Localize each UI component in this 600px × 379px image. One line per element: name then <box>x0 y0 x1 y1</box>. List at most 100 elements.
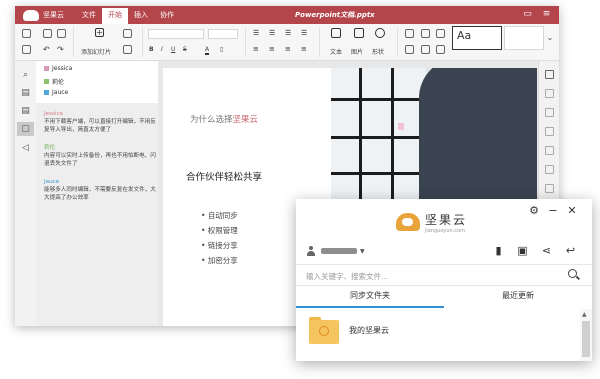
numbered-list-icon[interactable]: ☰ <box>269 29 278 38</box>
chart-settings-icon[interactable] <box>545 165 554 174</box>
notes-icon[interactable]: ▤ <box>20 106 31 117</box>
comment-item[interactable]: Jessica 不用下载客户端，可以直接打开编辑，不用反复导入导出，简直太方便了 <box>44 110 156 134</box>
align-right-icon[interactable]: ≡ <box>285 45 294 54</box>
save-icon[interactable] <box>22 45 31 54</box>
font-family-select[interactable] <box>148 29 204 39</box>
author-name: Jessica <box>52 65 73 72</box>
back-arrow-icon[interactable]: ↩ <box>564 244 577 257</box>
paste-icon[interactable] <box>57 29 66 38</box>
slide-bullet-list[interactable]: • 自动同步 • 权限管理 • 链接分享 • 加密分享 <box>201 208 238 268</box>
account-switcher[interactable]: ▼ <box>306 246 365 256</box>
slide-settings-icon[interactable] <box>545 70 554 79</box>
paragraph-settings-icon[interactable] <box>545 127 554 136</box>
comment-item[interactable]: Jauce 能够多人同时编辑，不需要反复在发文件，大大提高了办公效率 <box>44 178 156 202</box>
outdent-icon[interactable]: ☰ <box>301 29 310 38</box>
bullet-item: • 加密分享 <box>201 256 238 265</box>
format-painter-icon[interactable] <box>436 29 445 38</box>
arrange-icon[interactable] <box>421 29 430 38</box>
redo-icon[interactable]: ↷ <box>57 45 66 54</box>
slide-question[interactable]: 为什么选择坚果云 <box>190 113 258 125</box>
search-icon[interactable] <box>568 269 577 278</box>
fill-color-icon[interactable] <box>405 29 414 38</box>
menu-collaborate[interactable]: 协作 <box>154 6 180 24</box>
slide-settings-icon[interactable] <box>123 45 132 54</box>
comments-icon[interactable]: ▢ <box>17 122 34 136</box>
slide-photo[interactable] <box>331 68 537 208</box>
close-icon[interactable]: ✕ <box>566 205 578 217</box>
indent-icon[interactable]: ☰ <box>285 29 294 38</box>
highlight-icon[interactable]: ▯ <box>220 46 223 53</box>
speaker-icon[interactable]: ◁ <box>20 143 31 154</box>
undo-icon[interactable]: ↶ <box>43 45 52 54</box>
copy-icon[interactable] <box>43 29 52 38</box>
settings-gear-icon[interactable]: ⚙ <box>528 205 540 217</box>
shape-settings-icon[interactable] <box>545 89 554 98</box>
scrollbar-thumb[interactable] <box>582 321 590 357</box>
search-icon[interactable]: ⌕ <box>20 70 31 81</box>
comment-marker[interactable] <box>398 123 404 130</box>
divider <box>319 27 320 57</box>
align-center-icon[interactable]: ≡ <box>269 45 278 54</box>
share-icon[interactable]: ⋖ <box>540 244 553 257</box>
line-color-icon[interactable] <box>405 45 414 54</box>
comment-text: 不用下载客户端，可以直接打开编辑，不用反复导入导出，简直太方便了 <box>44 119 156 133</box>
justify-icon[interactable]: ≡ <box>301 45 310 54</box>
menu-file[interactable]: 文件 <box>76 6 102 24</box>
align-left-icon[interactable]: ≡ <box>253 45 262 54</box>
underline-icon[interactable]: U <box>171 46 175 53</box>
bullet-item: • 链接分享 <box>201 241 238 250</box>
print-icon[interactable] <box>22 29 31 38</box>
image-settings-icon[interactable] <box>545 108 554 117</box>
minimize-icon[interactable]: − <box>547 205 559 217</box>
bookmark-icon[interactable]: ▮ <box>492 244 505 257</box>
author-legend-item: 莉伦 <box>44 77 64 86</box>
tab-sync-folders[interactable]: 同步文件夹 <box>296 285 444 308</box>
hamburger-menu-icon[interactable]: ≡ <box>542 10 551 19</box>
nutstore-client-window: 坚果云 jianguoyun.com ⚙ − ✕ ▼ ▮ ▣ ⋖ ↩ 同步文件夹… <box>296 199 592 361</box>
style-preset-selected[interactable]: Aa <box>452 26 502 50</box>
menu-insert[interactable]: 插入 <box>128 6 154 24</box>
comment-author: Jauce <box>44 179 60 185</box>
bold-icon[interactable]: B <box>149 46 154 53</box>
folder-icon[interactable]: ▭ <box>523 10 532 19</box>
search-input[interactable] <box>304 267 563 285</box>
signature-settings-icon[interactable] <box>545 184 554 193</box>
chevron-down-icon[interactable]: ⌄ <box>544 26 556 50</box>
bullet-list-icon[interactable]: ☰ <box>253 29 262 38</box>
style-preset[interactable] <box>504 26 544 50</box>
strikethrough-icon[interactable]: S <box>183 46 187 53</box>
folder-list-item[interactable]: 我的坚果云 <box>296 314 580 348</box>
shape-icon[interactable] <box>375 28 385 38</box>
window-mullion <box>391 68 394 203</box>
italic-icon[interactable]: I <box>161 46 163 53</box>
add-slide-icon[interactable]: + <box>95 28 104 37</box>
crop-icon[interactable] <box>436 45 445 54</box>
comment-author: Jessica <box>44 111 63 117</box>
image-icon[interactable] <box>354 28 364 38</box>
person-figure <box>419 68 537 208</box>
font-color-icon[interactable]: A <box>205 46 210 55</box>
scrollbar[interactable]: ▲ <box>580 309 592 361</box>
account-name <box>321 248 357 254</box>
image-label[interactable]: 图片 <box>351 47 363 56</box>
add-slide-label[interactable]: 添加幻灯片 <box>81 47 111 56</box>
comment-text: 内容可以实时上传备份，再也不用怕断电、闪退丢失文件了 <box>44 153 156 167</box>
upload-icon[interactable]: ▣ <box>516 244 529 257</box>
tab-recent-updates[interactable]: 最近更新 <box>444 285 592 306</box>
comment-item[interactable]: 莉伦 内容可以实时上传备份，再也不用怕断电、闪退丢失文件了 <box>44 144 156 168</box>
author-legend-item: Jessica <box>44 65 72 72</box>
text-label[interactable]: 文本 <box>330 47 342 56</box>
author-color-swatch <box>44 79 49 84</box>
font-size-select[interactable] <box>208 29 238 39</box>
layout-icon[interactable] <box>123 29 132 38</box>
menu-home[interactable]: 开始 <box>102 8 128 24</box>
scroll-up-icon[interactable]: ▲ <box>582 311 587 318</box>
brand-name: 坚果云 <box>425 212 468 227</box>
slide-heading[interactable]: 合作伙伴轻松共享 <box>186 169 262 183</box>
slides-icon[interactable]: ▤ <box>20 88 31 99</box>
textbox-icon[interactable] <box>331 28 341 38</box>
shape-label[interactable]: 形状 <box>372 47 384 56</box>
clear-format-icon[interactable] <box>421 45 430 54</box>
bullet-item: • 权限管理 <box>201 226 238 235</box>
table-settings-icon[interactable] <box>545 146 554 155</box>
